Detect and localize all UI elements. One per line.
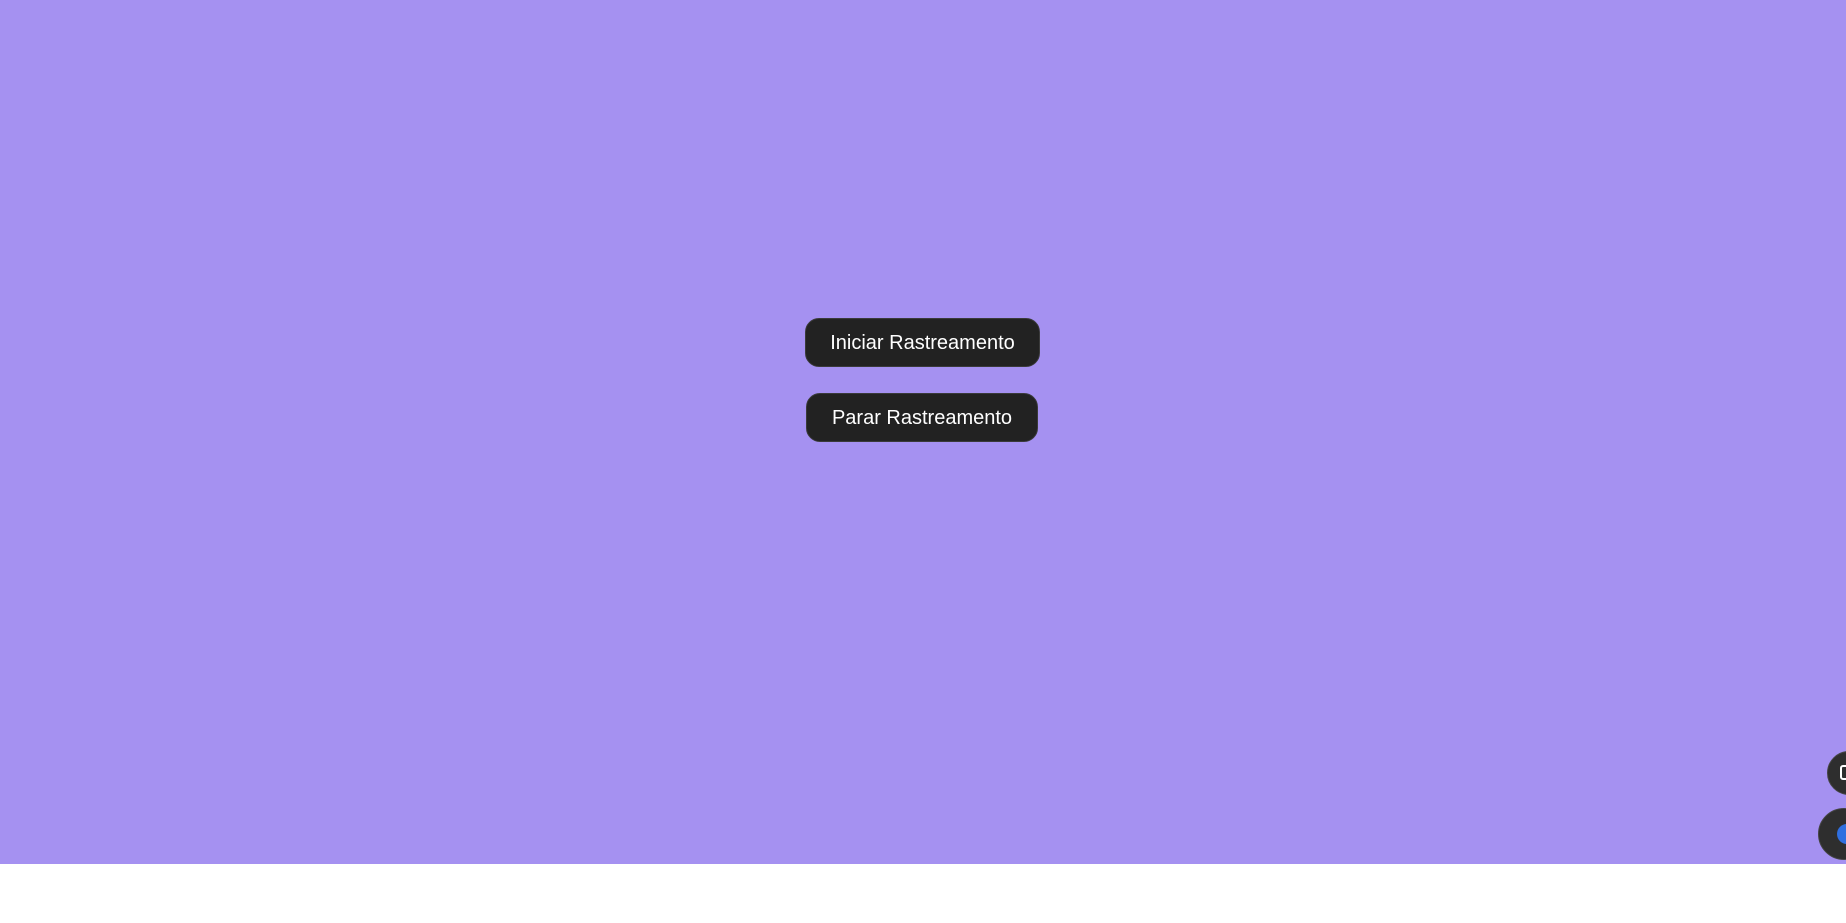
floating-globe-button[interactable] <box>1818 808 1846 860</box>
start-tracking-button[interactable]: Iniciar Rastreamento <box>805 318 1040 367</box>
copy-icon <box>1840 765 1846 780</box>
floating-copy-button[interactable] <box>1827 751 1846 795</box>
stop-tracking-button[interactable]: Parar Rastreamento <box>806 393 1038 442</box>
globe-icon <box>1837 824 1846 844</box>
app-window: Iniciar Rastreamento Parar Rastreamento <box>0 0 1846 923</box>
main-stage: Iniciar Rastreamento Parar Rastreamento <box>0 0 1846 864</box>
